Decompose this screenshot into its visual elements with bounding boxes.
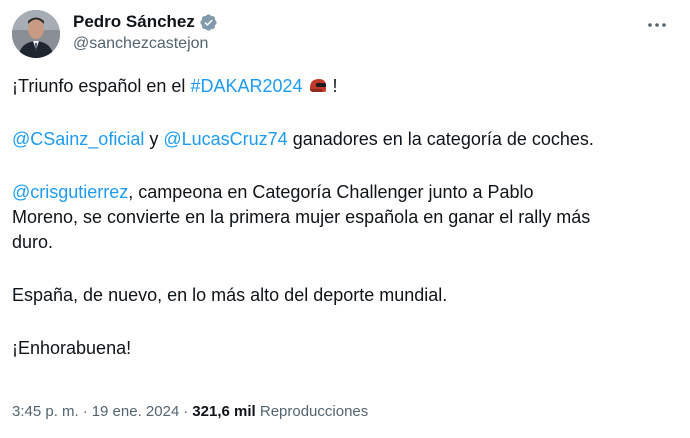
paragraph-5: ¡Enhorabuena! [12, 338, 132, 358]
tweet-header: Pedro Sánchez @sanchezcastejon [12, 8, 678, 60]
mention-lucascruz[interactable]: @LucasCruz74 [163, 129, 287, 149]
paragraph-4: España, de nuevo, en lo más alto del dep… [12, 285, 448, 305]
tweet-time[interactable]: 3:45 p. m. [12, 403, 79, 420]
views-label: Reproducciones [259, 403, 369, 420]
avatar[interactable] [12, 10, 60, 58]
mention-csainz[interactable]: @CSainz_oficial [12, 129, 144, 149]
more-dots-icon [648, 23, 666, 27]
paragraph-3: @crisgutierrez, campeona en Categoría Ch… [12, 182, 591, 252]
views-count: 321,6 mil [192, 403, 256, 420]
mention-crisgutierrez[interactable]: @crisgutierrez [12, 182, 128, 202]
paragraph-2: @CSainz_oficial y @LucasCruz74 ganadores… [12, 129, 594, 149]
verified-badge-icon[interactable] [199, 13, 218, 32]
more-options-button[interactable] [640, 10, 674, 40]
author-names: Pedro Sánchez @sanchezcastejon [73, 11, 218, 53]
paragraph-1: ¡Triunfo español en el #DAKAR2024 ! [12, 76, 338, 96]
tweet-date[interactable]: 19 ene. 2024 [92, 403, 180, 420]
tweet-meta: 3:45 p. m. · 19 ene. 2024 · 321,6 mil Reprod… [12, 403, 369, 420]
display-name[interactable]: Pedro Sánchez [73, 12, 195, 32]
tweet-card[interactable]: Pedro Sánchez @sanchezcastejon ¡Triunfo … [0, 0, 690, 438]
tweet-text: ¡Triunfo español en el #DAKAR2024 ! @CSa… [12, 74, 676, 361]
racing-helmet-icon [308, 77, 328, 95]
author-handle[interactable]: @sanchezcastejon [73, 35, 218, 53]
hashtag-dakar2024[interactable]: #DAKAR2024 [190, 76, 302, 96]
